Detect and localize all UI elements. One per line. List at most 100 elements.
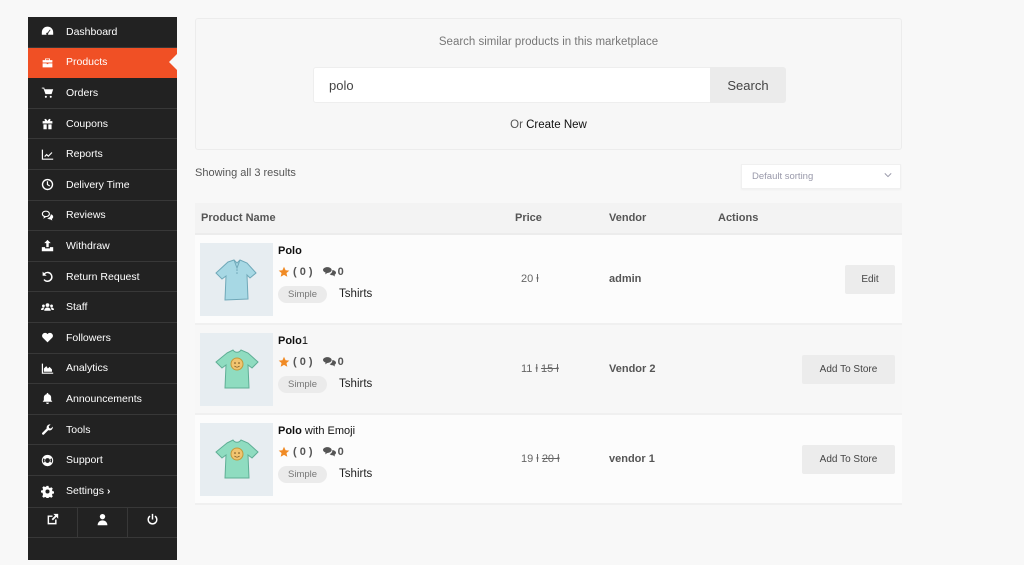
- add-to-store-button[interactable]: Add To Store: [802, 354, 895, 384]
- sort-select[interactable]: Default sorting: [741, 164, 901, 189]
- rating-count: ( 0 ): [293, 355, 313, 368]
- sidebar-item-analytics[interactable]: Analytics: [28, 354, 177, 385]
- regular-price: 15 ⱡ: [540, 363, 559, 375]
- search-button[interactable]: Search: [710, 67, 786, 103]
- sidebar-item-return-request[interactable]: Return Request: [28, 262, 177, 293]
- sidebar-item-label: Support: [66, 454, 103, 467]
- line-chart-icon: [28, 148, 66, 161]
- table-row: Polo1 ( 0 ) 0 Simple Tshirts 11 ⱡ 15 ⱡ V…: [195, 325, 902, 415]
- sidebar-bottom-bar: [28, 507, 177, 538]
- upload-icon: [28, 239, 66, 252]
- sidebar-item-label: Tools: [66, 423, 91, 436]
- products-table: Product Name Price Vendor Actions Polo (…: [195, 203, 902, 505]
- dashboard-icon: [28, 25, 66, 38]
- table-row: Polo with Emoji ( 0 ) 0 Simple Tshirts 1…: [195, 415, 902, 505]
- sidebar-item-label: Reports: [66, 148, 103, 161]
- heart-icon: [28, 331, 66, 344]
- star-icon: [278, 356, 290, 367]
- comments-icon: [322, 447, 336, 457]
- product-vendor: admin: [609, 273, 642, 285]
- product-type-badge: Simple: [278, 285, 328, 303]
- header-vendor: Vendor: [609, 212, 647, 224]
- product-vendor: Vendor 2: [609, 363, 656, 375]
- profile-button[interactable]: [78, 507, 128, 537]
- sidebar-item-withdraw[interactable]: Withdraw: [28, 231, 177, 262]
- edit-button[interactable]: Edit: [845, 264, 895, 294]
- sidebar-item-label: Analytics: [66, 362, 109, 375]
- cart-icon: [28, 86, 66, 99]
- briefcase-icon: [28, 56, 66, 69]
- comments-icon: [28, 209, 66, 222]
- comments-icon: [322, 267, 336, 277]
- comment-count: 0: [337, 355, 344, 368]
- sidebar-item-label: Announcements: [66, 392, 142, 405]
- sidebar: Dashboard Products Orders Coupons Report…: [28, 17, 177, 560]
- comments-icon: [322, 357, 336, 367]
- results-count: Showing all 3 results: [195, 167, 296, 179]
- sidebar-item-settings[interactable]: Settings ›: [28, 476, 177, 508]
- product-category: Tshirts: [339, 378, 373, 390]
- users-icon: [28, 301, 66, 314]
- product-vendor: vendor 1: [609, 453, 655, 465]
- logout-button[interactable]: [128, 508, 177, 537]
- product-thumbnail[interactable]: [200, 332, 273, 406]
- sidebar-item-label: Staff: [66, 301, 88, 314]
- sidebar-item-label: Coupons: [66, 117, 109, 130]
- sidebar-item-label: Products: [66, 56, 108, 69]
- emoji-tshirt-image: [214, 439, 259, 479]
- sidebar-item-reports[interactable]: Reports: [28, 139, 177, 170]
- sidebar-item-label: Withdraw: [66, 239, 110, 252]
- user-icon: [96, 513, 109, 531]
- product-price: 20 ⱡ: [521, 273, 539, 285]
- star-icon: [278, 266, 290, 277]
- sidebar-item-products[interactable]: Products: [28, 47, 177, 79]
- product-type-badge: Simple: [278, 375, 328, 393]
- product-type-badge: Simple: [278, 465, 328, 483]
- polo-shirt-image: [214, 259, 257, 301]
- visit-store-button[interactable]: [28, 507, 78, 537]
- sidebar-item-label: Settings: [66, 485, 104, 498]
- add-to-store-button[interactable]: Add To Store: [802, 444, 895, 474]
- product-price: 19 ⱡ 20 ⱡ: [515, 453, 609, 465]
- create-new-link[interactable]: Create New: [526, 119, 587, 131]
- product-price: 11 ⱡ 15 ⱡ: [515, 363, 609, 375]
- product-thumbnail[interactable]: [200, 422, 273, 496]
- product-name[interactable]: Polo1: [278, 335, 372, 347]
- sidebar-item-coupons[interactable]: Coupons: [28, 109, 177, 140]
- sidebar-item-staff[interactable]: Staff: [28, 292, 177, 323]
- table-header: Product Name Price Vendor Actions: [195, 203, 902, 235]
- power-icon: [146, 513, 159, 531]
- sale-price: 11 ⱡ: [521, 363, 538, 375]
- star-icon: [278, 446, 290, 457]
- sidebar-item-orders[interactable]: Orders: [28, 78, 177, 109]
- sidebar-item-label: Return Request: [66, 270, 140, 283]
- sidebar-item-followers[interactable]: Followers: [28, 323, 177, 354]
- product-name[interactable]: Polo: [278, 245, 372, 257]
- sidebar-item-support[interactable]: Support: [28, 445, 177, 476]
- sidebar-item-label: Dashboard: [66, 25, 118, 38]
- regular-price: 20 ⱡ: [541, 453, 560, 465]
- product-name[interactable]: Polo with Emoji: [278, 425, 372, 437]
- sidebar-item-reviews[interactable]: Reviews: [28, 201, 177, 232]
- sidebar-item-label: Reviews: [66, 209, 106, 222]
- rating-count: ( 0 ): [293, 265, 313, 278]
- sidebar-item-announcements[interactable]: Announcements: [28, 384, 177, 415]
- sort-selected-value: Default sorting: [752, 171, 814, 182]
- sidebar-item-dashboard[interactable]: Dashboard: [28, 17, 177, 48]
- product-thumbnail[interactable]: [200, 242, 273, 316]
- header-actions: Actions: [718, 212, 759, 224]
- wrench-icon: [28, 423, 66, 436]
- sidebar-item-tools[interactable]: Tools: [28, 415, 177, 446]
- sidebar-item-delivery-time[interactable]: Delivery Time: [28, 170, 177, 201]
- sale-price: 19 ⱡ: [521, 453, 539, 465]
- area-chart-icon: [28, 362, 66, 375]
- search-input[interactable]: [313, 67, 711, 103]
- table-row: Polo ( 0 ) 0 Simple Tshirts 20 ⱡ admin E…: [195, 235, 902, 325]
- header-price: Price: [515, 212, 542, 224]
- product-category: Tshirts: [339, 288, 373, 300]
- header-product-name: Product Name: [201, 212, 276, 224]
- create-new-row: Or Create New: [196, 119, 901, 131]
- clock-icon: [28, 178, 66, 191]
- gear-icon: [28, 485, 66, 498]
- sidebar-item-label: Orders: [66, 86, 99, 99]
